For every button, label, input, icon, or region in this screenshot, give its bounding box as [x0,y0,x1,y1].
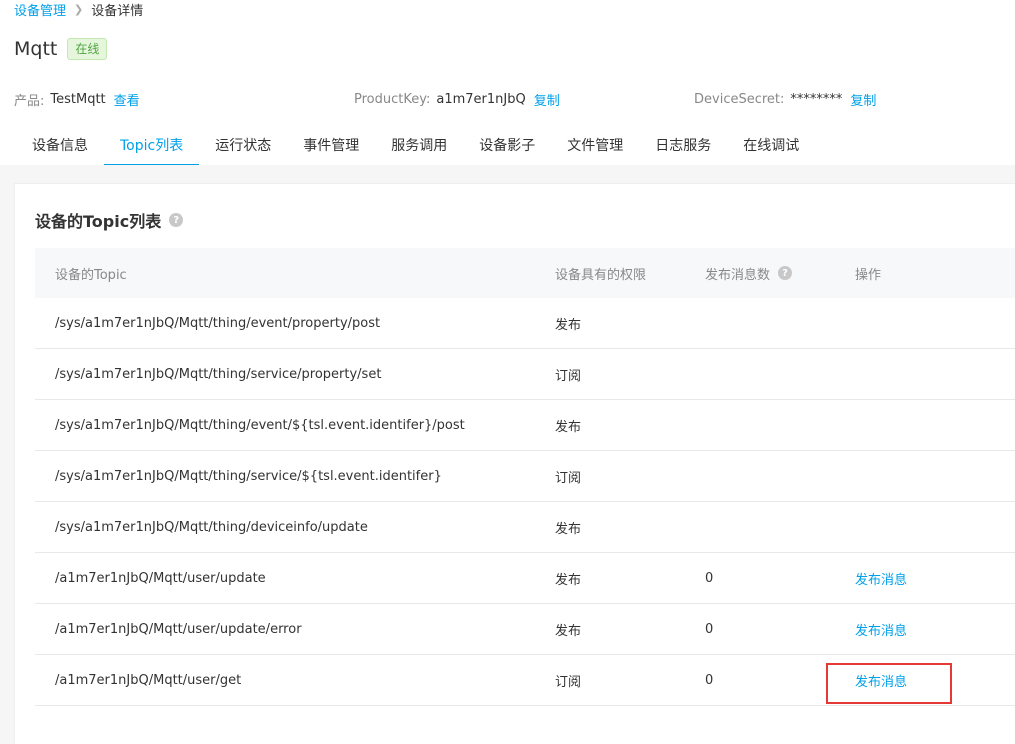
copy-productkey-link[interactable]: 复制 [534,90,560,109]
tab-running-status[interactable]: 运行状态 [199,128,287,166]
header-action: 操作 [855,267,882,283]
permission-cell: 订阅 [555,674,582,690]
permission-cell: 订阅 [555,368,582,384]
product-value: TestMqtt [50,92,106,107]
header-count: 发布消息数 ? [685,264,835,283]
help-icon[interactable]: ? [169,213,184,227]
product-label: 产品: [14,94,45,109]
header-count-text: 发布消息数 [705,267,771,283]
device-info-row: 产品: TestMqtt 查看 ProductKey: a1m7er1nJbQ … [0,90,1015,110]
publish-message-button[interactable]: 发布消息 [855,573,907,588]
topic-cell: /sys/a1m7er1nJbQ/Mqtt/thing/event/proper… [55,315,381,331]
tab-topic-list[interactable]: Topic列表 [104,128,200,166]
header-topic: 设备的Topic [55,267,127,283]
permission-cell: 发布 [555,521,582,537]
detail-tabs: 设备信息 Topic列表 运行状态 事件管理 服务调用 设备影子 文件管理 日志… [16,128,815,166]
table-row: /sys/a1m7er1nJbQ/Mqtt/thing/deviceinfo/u… [35,502,1015,553]
device-detail-page: 设备管理 ❯ 设备详情 Mqtt 在线 产品: TestMqtt 查看 Prod… [0,0,1015,744]
devicesecret-label: DeviceSecret: [694,92,785,107]
table-row: /sys/a1m7er1nJbQ/Mqtt/thing/event/${tsl.… [35,400,1015,451]
tab-device-shadow[interactable]: 设备影子 [463,128,551,166]
product-info: 产品: TestMqtt 查看 [14,90,140,109]
topic-cell: /a1m7er1nJbQ/Mqtt/user/update/error [55,621,302,637]
topic-cell: /sys/a1m7er1nJbQ/Mqtt/thing/deviceinfo/u… [55,519,368,535]
table-row: /a1m7er1nJbQ/Mqtt/user/get 订阅 0 发布消息 [35,655,1015,706]
table-row: /sys/a1m7er1nJbQ/Mqtt/thing/event/proper… [35,298,1015,349]
panel-title: 设备的Topic列表 ? [35,208,184,232]
help-icon[interactable]: ? [778,266,793,280]
status-badge: 在线 [67,38,108,60]
tab-file-management[interactable]: 文件管理 [551,128,639,166]
action-cell: 发布消息 [835,671,1015,690]
action-cell: 发布消息 [835,620,1015,639]
count-cell: 0 [705,570,714,586]
view-product-link[interactable]: 查看 [114,90,140,109]
title-row: Mqtt 在线 [14,38,108,60]
table-row: /sys/a1m7er1nJbQ/Mqtt/thing/service/${ts… [35,451,1015,502]
productkey-info: ProductKey: a1m7er1nJbQ 复制 [354,90,560,109]
permission-cell: 发布 [555,572,582,588]
topic-cell: /a1m7er1nJbQ/Mqtt/user/update [55,570,266,586]
table-row: /a1m7er1nJbQ/Mqtt/user/update 发布 0 发布消息 [35,553,1015,604]
page-title: Mqtt [14,38,58,60]
topic-list-panel: 设备的Topic列表 ? 设备的Topic 设备具有的权限 发布消息数 ? 操作… [14,183,1015,744]
table-header: 设备的Topic 设备具有的权限 发布消息数 ? 操作 [35,248,1015,298]
tab-event-management[interactable]: 事件管理 [287,128,375,166]
header-permission: 设备具有的权限 [555,267,647,283]
breadcrumb-device-detail: 设备详情 [91,3,144,19]
devicesecret-value: ******** [790,92,843,107]
panel-title-text: 设备的Topic列表 [35,212,162,231]
publish-message-button[interactable]: 发布消息 [855,675,907,690]
tab-device-info[interactable]: 设备信息 [16,128,104,166]
devicesecret-info: DeviceSecret: ******** 复制 [694,90,876,109]
chevron-right-icon: ❯ [74,2,84,16]
topic-cell: /a1m7er1nJbQ/Mqtt/user/get [55,672,242,688]
table-row: /a1m7er1nJbQ/Mqtt/user/update/error 发布 0… [35,604,1015,655]
permission-cell: 发布 [555,419,582,435]
count-cell: 0 [705,621,714,637]
tab-online-debug[interactable]: 在线调试 [727,128,815,166]
productkey-value: a1m7er1nJbQ [436,92,526,107]
action-cell: 发布消息 [835,569,1015,588]
tab-log-service[interactable]: 日志服务 [639,128,727,166]
topic-table: 设备的Topic 设备具有的权限 发布消息数 ? 操作 /sys/a1m7er1… [35,248,1015,706]
publish-message-button[interactable]: 发布消息 [855,624,907,639]
copy-devicesecret-link[interactable]: 复制 [850,90,876,109]
topic-cell: /sys/a1m7er1nJbQ/Mqtt/thing/event/${tsl.… [55,417,465,433]
breadcrumb-device-management[interactable]: 设备管理 [14,0,66,19]
permission-cell: 发布 [555,317,582,333]
table-row: /sys/a1m7er1nJbQ/Mqtt/thing/service/prop… [35,349,1015,400]
count-cell: 0 [705,672,714,688]
productkey-label: ProductKey: [354,92,431,107]
breadcrumb: 设备管理 ❯ 设备详情 [14,0,144,19]
tab-service-call[interactable]: 服务调用 [375,128,463,166]
topic-cell: /sys/a1m7er1nJbQ/Mqtt/thing/service/${ts… [55,468,442,484]
permission-cell: 发布 [555,623,582,639]
permission-cell: 订阅 [555,470,582,486]
topic-cell: /sys/a1m7er1nJbQ/Mqtt/thing/service/prop… [55,366,382,382]
